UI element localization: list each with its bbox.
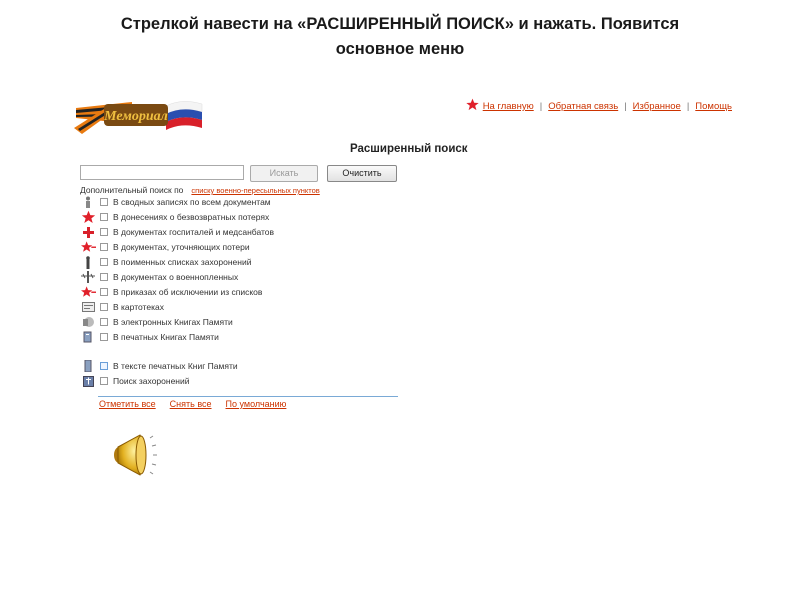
option-row-orders[interactable]: В приказах об исключении из списков (80, 285, 262, 299)
option-label: В картотеках (113, 302, 164, 312)
logo-text: Мемориал (103, 109, 168, 124)
nav-separator: | (539, 101, 543, 112)
nav-separator: | (624, 101, 627, 112)
option-row-e-books[interactable]: В электронных Книгах Памяти (80, 315, 233, 329)
option-label: Поиск захоронений (113, 376, 190, 386)
grave-marker-icon (80, 255, 96, 269)
option-label: В документах о военнопленных (113, 272, 239, 282)
extra-search-label: Дополнительный поиск по списку военно-пер… (80, 185, 320, 195)
speaker-icon[interactable] (110, 432, 162, 478)
option-checkbox[interactable] (100, 243, 108, 251)
footer-links: Отметить все Снять все По умолчанию (99, 399, 300, 409)
page-heading: Расширенный поиск (350, 143, 468, 155)
nav-home-link[interactable]: На главную (483, 101, 534, 112)
option-row-printed-books[interactable]: В печатных Книгах Памяти (80, 330, 219, 344)
option-label: В поименных списках захоронений (113, 257, 252, 267)
option-row-summary[interactable]: В сводных записях по всем документам (80, 195, 271, 209)
red-star-icon (80, 210, 96, 224)
option-row-card-files[interactable]: В картотеках (80, 300, 164, 314)
option-checkbox[interactable] (100, 213, 108, 221)
nav-favorites-link[interactable]: Избранное (633, 101, 681, 112)
star-arrow-icon (80, 240, 96, 254)
e-book-icon (80, 315, 96, 329)
option-checkbox[interactable] (100, 258, 108, 266)
option-checkbox[interactable] (100, 273, 108, 281)
option-checkbox[interactable] (100, 198, 108, 206)
option-checkbox[interactable] (100, 228, 108, 236)
option-row-clarifying[interactable]: В документах, уточняющих потери (80, 240, 250, 254)
option-row-burial-lists[interactable]: В поименных списках захоронений (80, 255, 251, 269)
option-label: В электронных Книгах Памяти (113, 317, 233, 327)
memorial-logo[interactable]: Мемориал (74, 94, 206, 136)
option-label: В приказах об исключении из списков (113, 287, 263, 297)
search-input[interactable] (80, 165, 244, 180)
printed-book-icon (80, 330, 96, 344)
nav-help-link[interactable]: Помощь (695, 101, 732, 112)
option-label: В документах, уточняющих потери (113, 242, 250, 252)
slide-title-line-2: основное меню (335, 40, 465, 58)
browser-screenshot: Мемориал На главную | Обратная связь | Избра… (70, 88, 740, 418)
extra-search-text: Дополнительный поиск по (80, 185, 184, 195)
option-label: В сводных записях по всем документам (113, 197, 271, 207)
burial-search-icon (80, 374, 96, 388)
option-row-book-text[interactable]: В тексте печатных Книг Памяти (80, 359, 238, 373)
option-label: В тексте печатных Книг Памяти (113, 361, 238, 371)
option-label: В донесениях о безвозвратных потерях (113, 212, 270, 222)
option-row-hospitals[interactable]: В документах госпиталей и медсанбатов (80, 225, 274, 239)
slide-title-line-1: Стрелкой навести на «РАСШИРЕННЫЙ ПОИСК» … (120, 15, 680, 33)
option-checkbox[interactable] (100, 318, 108, 326)
option-checkbox[interactable] (100, 288, 108, 296)
red-cross-icon (80, 225, 96, 239)
book-text-icon (80, 359, 96, 373)
transit-points-link[interactable]: списку военно-пересыльных пунктов (191, 186, 319, 195)
option-row-burial-search[interactable]: Поиск захоронений (80, 374, 190, 388)
soldier-icon (80, 195, 96, 209)
nav-separator: | (686, 101, 690, 112)
clear-button[interactable]: Очистить (327, 165, 397, 182)
slide-title: Стрелкой навести на «РАСШИРЕННЫЙ ПОИСК» … (40, 12, 760, 62)
star-arrow-icon (80, 285, 96, 299)
nav-feedback-link[interactable]: Обратная связь (548, 101, 618, 112)
search-button[interactable]: Искать (250, 165, 318, 182)
barbed-wire-icon (80, 270, 96, 284)
select-all-link[interactable]: Отметить все (99, 399, 156, 409)
option-row-prisoners[interactable]: В документах о военнопленных (80, 270, 238, 284)
card-file-icon (80, 300, 96, 314)
option-checkbox[interactable] (100, 303, 108, 311)
option-checkbox[interactable] (100, 377, 108, 385)
default-link[interactable]: По умолчанию (226, 399, 287, 409)
red-star-icon (466, 98, 479, 111)
option-checkbox[interactable] (100, 333, 108, 341)
option-label: В печатных Книгах Памяти (113, 332, 219, 342)
option-checkbox[interactable] (100, 362, 108, 370)
option-label: В документах госпиталей и медсанбатов (113, 227, 275, 237)
divider (98, 396, 398, 397)
top-navigation: На главную | Обратная связь | Избранное | Помо… (466, 98, 732, 112)
deselect-all-link[interactable]: Снять все (170, 399, 212, 409)
option-row-losses[interactable]: В донесениях о безвозвратных потерях (80, 210, 269, 224)
